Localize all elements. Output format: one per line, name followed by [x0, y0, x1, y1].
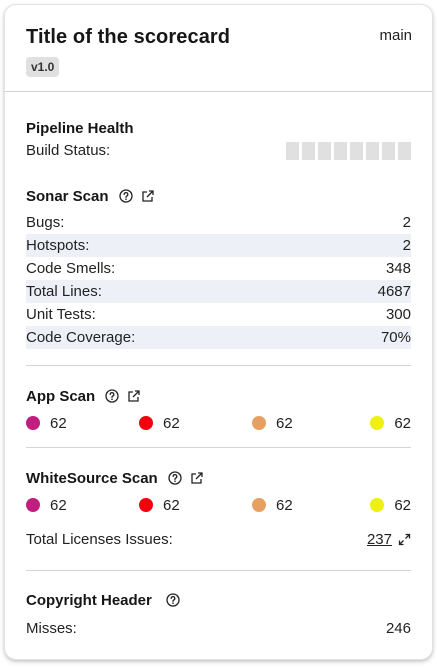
critical-dot: [26, 416, 40, 430]
medium-count: 62: [252, 415, 365, 432]
section-divider: [26, 447, 411, 448]
section-divider: [26, 570, 411, 571]
total-lines-row: Total Lines: 4687: [26, 280, 411, 303]
high-dot: [139, 498, 153, 512]
scorecard-title: Title of the scorecard: [26, 26, 231, 48]
app-scan-title: App Scan: [26, 387, 96, 405]
licenses-row: Total Licenses Issues: 237: [26, 528, 411, 551]
external-link-icon[interactable]: [141, 189, 155, 203]
metric-label: Hotspots:: [26, 237, 90, 254]
metric-label: Code Smells:: [26, 260, 116, 277]
medium-dot: [252, 416, 266, 430]
app-scan-section: App Scan 62 62 62 62: [26, 385, 411, 435]
metric-label: Total Lines:: [26, 283, 102, 300]
metric-value: 70%: [380, 329, 411, 346]
scorecard-card: Title of the scorecard main v1.0 Pipelin…: [4, 4, 433, 660]
build-status-row: Build Status:: [26, 139, 411, 162]
sonar-scan-section: Sonar Scan Bugs: 2 Hotspots: 2 Code Smells…: [26, 185, 411, 349]
critical-count: 62: [26, 497, 139, 514]
branch-label: main: [379, 27, 412, 44]
licenses-value-group: 237: [367, 531, 411, 548]
metric-label: Code Coverage:: [26, 329, 136, 346]
high-count: 62: [139, 497, 252, 514]
critical-count: 62: [26, 415, 139, 432]
build-status-label: Build Status:: [26, 142, 111, 159]
metric-value: 2: [402, 214, 411, 231]
section-divider: [26, 365, 411, 366]
external-link-icon[interactable]: [190, 471, 204, 485]
medium-count: 62: [252, 497, 365, 514]
help-icon[interactable]: [168, 471, 182, 485]
high-dot: [139, 416, 153, 430]
app-scan-header: App Scan: [26, 385, 411, 407]
build-status-placeholder: [286, 141, 411, 160]
copyright-header-section: Copyright Header Misses: 246: [26, 589, 411, 640]
pipeline-health-title: Pipeline Health: [26, 119, 134, 137]
whitesource-scan-title: WhiteSource Scan: [26, 469, 158, 487]
misses-label: Misses:: [26, 620, 77, 637]
help-icon[interactable]: [105, 389, 119, 403]
low-count: 62: [370, 497, 411, 514]
hotspots-row: Hotspots: 2: [26, 234, 411, 257]
metric-value: 4687: [377, 283, 411, 300]
sonar-scan-title: Sonar Scan: [26, 187, 109, 205]
sonar-scan-header: Sonar Scan: [26, 185, 411, 207]
high-count: 62: [139, 415, 252, 432]
metric-value: 2: [402, 237, 411, 254]
metric-value: 300: [385, 306, 411, 323]
help-icon[interactable]: [118, 189, 133, 203]
external-link-icon[interactable]: [127, 389, 141, 403]
low-dot: [370, 416, 385, 430]
code-smells-row: Code Smells: 348: [26, 257, 411, 280]
metric-label: Bugs:: [26, 214, 65, 231]
app-scan-counts: 62 62 62 62: [26, 411, 411, 435]
misses-value: 246: [385, 620, 411, 637]
unit-tests-row: Unit Tests: 300: [26, 303, 411, 326]
medium-dot: [252, 498, 266, 512]
expand-icon[interactable]: [398, 533, 411, 546]
copyright-header-header: Copyright Header: [26, 589, 411, 611]
whitesource-scan-section: WhiteSource Scan 62 62 62 62 Total Licen…: [26, 467, 411, 551]
metric-label: Unit Tests:: [26, 306, 96, 323]
scorecard-header: Title of the scorecard main v1.0: [5, 5, 432, 92]
pipeline-health-section: Pipeline Health Build Status:: [26, 117, 411, 162]
licenses-label: Total Licenses Issues:: [26, 531, 173, 548]
misses-row: Misses: 246: [26, 617, 411, 640]
version-badge: v1.0: [26, 57, 60, 77]
low-dot: [370, 498, 385, 512]
licenses-value-link[interactable]: 237: [367, 531, 392, 548]
bugs-row: Bugs: 2: [26, 211, 411, 234]
whitesource-counts: 62 62 62 62: [26, 493, 411, 517]
code-coverage-row: Code Coverage: 70%: [26, 326, 411, 349]
whitesource-scan-header: WhiteSource Scan: [26, 467, 411, 489]
copyright-header-title: Copyright Header: [26, 591, 152, 609]
critical-dot: [26, 498, 40, 512]
low-count: 62: [370, 415, 411, 432]
help-icon[interactable]: [166, 593, 180, 607]
metric-value: 348: [385, 260, 411, 277]
